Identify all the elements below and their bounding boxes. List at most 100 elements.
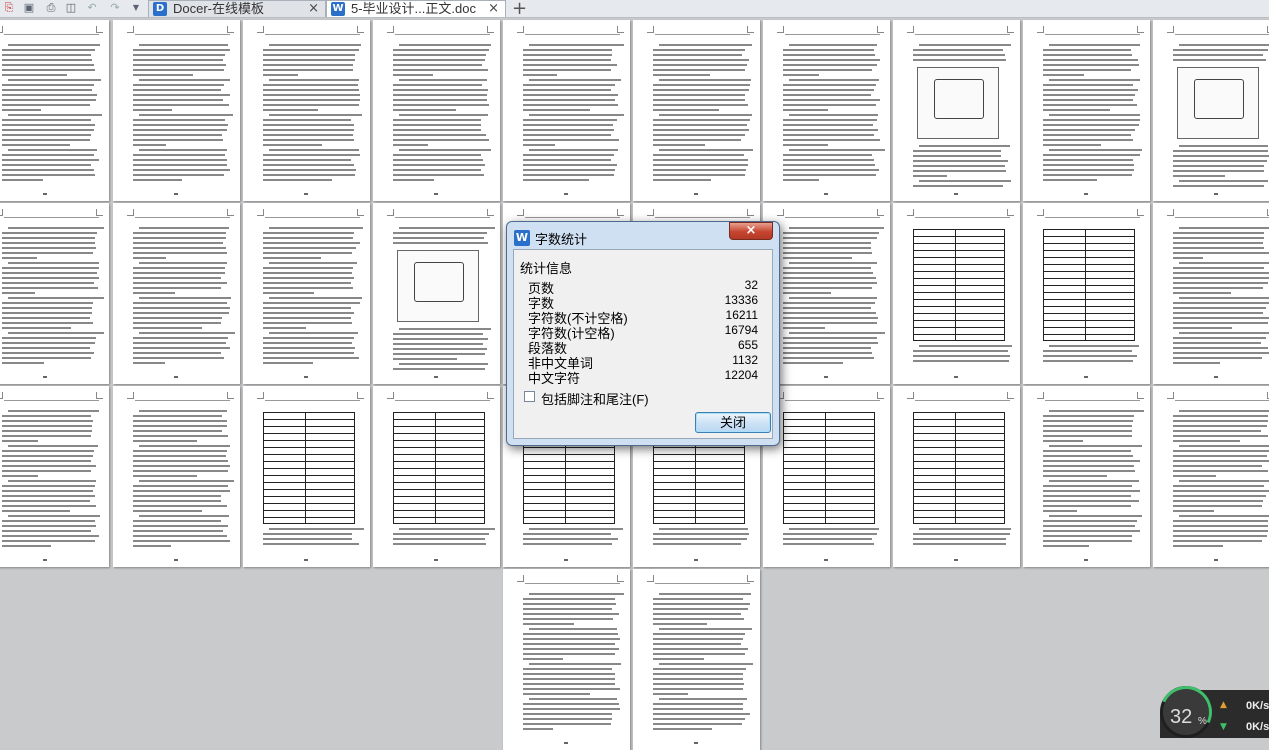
text-line <box>393 333 483 335</box>
page-thumbnail[interactable] <box>1023 20 1150 201</box>
text-line <box>139 410 227 412</box>
text-line <box>523 69 611 71</box>
close-button[interactable]: 关闭 <box>695 412 771 433</box>
page-thumbnail[interactable] <box>373 203 500 384</box>
text-line <box>2 540 95 542</box>
stat-value: 655 <box>737 338 758 352</box>
include-footnotes-checkbox[interactable] <box>524 391 535 402</box>
page-thumbnail[interactable] <box>1023 203 1150 384</box>
text-line <box>1043 59 1138 61</box>
close-tab-icon[interactable]: × <box>308 1 319 17</box>
page-number <box>1084 559 1088 561</box>
text-line <box>1179 515 1269 517</box>
text-line <box>1043 540 1132 542</box>
page-thumbnail[interactable] <box>763 386 890 567</box>
text-line <box>133 174 224 176</box>
close-tab-icon[interactable]: × <box>488 1 499 17</box>
text-line <box>913 538 1006 540</box>
text-line <box>653 623 707 625</box>
text-line <box>1173 282 1268 284</box>
include-footnotes-label[interactable]: 包括脚注和尾注(F) <box>541 389 649 408</box>
page-thumbnail[interactable] <box>633 20 760 201</box>
save-icon[interactable]: ▣ <box>22 1 36 15</box>
page-thumbnail[interactable] <box>373 386 500 567</box>
tab-docer-templates[interactable]: D Docer-在线模板 × <box>148 0 326 17</box>
print-icon[interactable]: ⎙ <box>44 1 58 15</box>
text-line <box>133 134 222 136</box>
text-line <box>1173 150 1268 152</box>
text-line <box>783 543 874 545</box>
page-header-rule <box>915 34 1010 35</box>
text-line <box>1043 64 1139 66</box>
text-line <box>523 129 614 131</box>
text-line <box>133 352 221 354</box>
text-line <box>523 723 611 725</box>
text-line <box>2 520 95 522</box>
text-line <box>133 104 229 106</box>
text-line <box>1043 475 1107 477</box>
margin-mark <box>0 392 3 399</box>
margin-mark <box>257 209 264 216</box>
stat-row-words: 字数 13336 <box>528 293 758 311</box>
page-thumbnail[interactable] <box>0 386 109 567</box>
text-line <box>1173 175 1225 177</box>
page-thumbnail[interactable] <box>503 20 630 201</box>
text-line <box>2 164 91 166</box>
page-thumbnail[interactable] <box>243 203 370 384</box>
stat-value: 32 <box>744 278 758 292</box>
page-thumbnail[interactable] <box>1023 386 1150 567</box>
dialog-close-button[interactable]: × <box>729 222 773 240</box>
page-thumbnail[interactable] <box>633 569 760 750</box>
page-thumbnail[interactable] <box>1153 203 1269 384</box>
text-line <box>269 114 362 116</box>
page-thumbnail[interactable] <box>893 203 1020 384</box>
text-line <box>653 74 710 76</box>
text-line <box>1173 337 1266 339</box>
page-thumbnail[interactable] <box>893 20 1020 201</box>
text-line <box>263 94 360 96</box>
redo-icon[interactable]: ↷ <box>108 1 122 15</box>
text-line <box>1179 332 1269 334</box>
text-line <box>393 179 434 181</box>
text-line <box>2 174 95 176</box>
page-thumbnail[interactable] <box>243 20 370 201</box>
page-thumbnail[interactable] <box>1153 386 1269 567</box>
page-thumbnail[interactable] <box>373 20 500 201</box>
page-thumbnail[interactable] <box>893 386 1020 567</box>
page-thumbnail[interactable] <box>113 20 240 201</box>
text-line <box>133 430 222 432</box>
pdf-export-icon[interactable]: ⎘ <box>2 1 16 15</box>
print-preview-icon[interactable]: ◫ <box>64 1 78 15</box>
page-thumbnail[interactable] <box>763 20 890 201</box>
text-line <box>1173 327 1232 329</box>
page-number <box>1084 193 1088 195</box>
text-line <box>263 317 351 319</box>
page-thumbnail[interactable] <box>503 569 630 750</box>
page-thumbnail[interactable] <box>0 20 109 201</box>
download-speed: 0K/s <box>1246 721 1269 733</box>
text-line <box>1173 267 1264 269</box>
margin-mark <box>517 26 524 33</box>
page-number <box>174 559 178 561</box>
text-line <box>393 237 484 239</box>
text-line <box>1173 510 1214 512</box>
text-line <box>393 144 428 146</box>
tab-document[interactable]: W 5-毕业设计...正文.doc × <box>326 0 506 17</box>
page-thumbnail[interactable] <box>0 203 109 384</box>
new-tab-button[interactable]: + <box>512 0 527 19</box>
text-line <box>133 124 228 126</box>
dialog-titlebar[interactable]: W 字数统计 × <box>507 222 779 249</box>
page-thumbnail[interactable] <box>1153 20 1269 201</box>
page-thumbnail[interactable] <box>113 203 240 384</box>
undo-icon[interactable]: ↶ <box>85 1 99 15</box>
quick-access-dropdown-icon[interactable]: ▼ <box>129 1 143 15</box>
text-line <box>1043 355 1137 357</box>
text-line <box>523 673 615 675</box>
page-thumbnail[interactable] <box>763 203 890 384</box>
text-line <box>8 262 99 264</box>
text-line <box>783 357 874 359</box>
text-line <box>8 79 101 81</box>
page-thumbnail[interactable] <box>113 386 240 567</box>
page-thumbnail[interactable] <box>243 386 370 567</box>
text-line <box>2 510 70 512</box>
